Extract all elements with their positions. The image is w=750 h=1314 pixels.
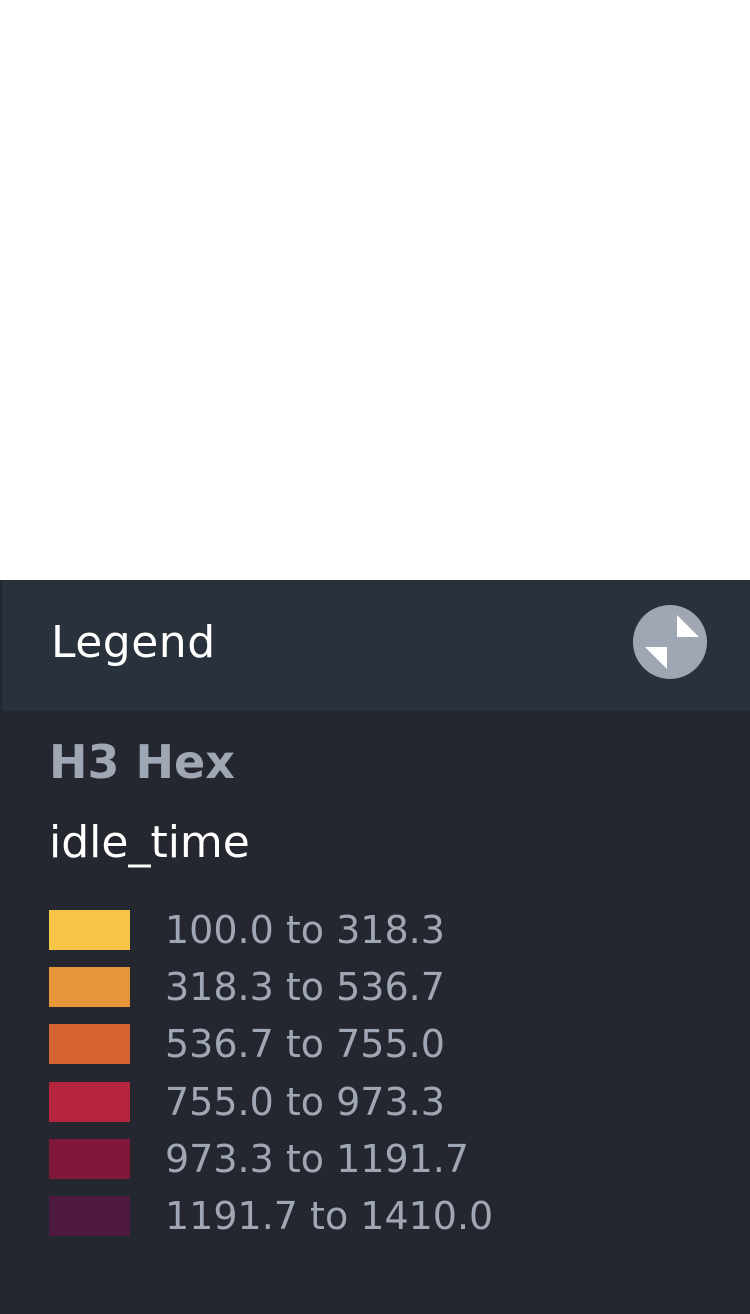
range-label: 755.0 to 973.3 (165, 1080, 445, 1124)
range-label: 100.0 to 318.3 (165, 908, 445, 952)
color-swatch (49, 1139, 130, 1179)
color-swatch (49, 1196, 130, 1236)
range-label: 973.3 to 1191.7 (165, 1137, 470, 1181)
legend-panel: Legend H3 Hex idle_time 100.0 to 318.3 3… (0, 580, 750, 1314)
legend-header: Legend (2, 580, 750, 711)
legend-title: Legend (51, 617, 216, 668)
legend-item: 1191.7 to 1410.0 (0, 1192, 750, 1249)
legend-item: 755.0 to 973.3 (0, 1078, 750, 1135)
color-swatch (49, 1082, 130, 1122)
layer-name: H3 Hex (49, 735, 235, 789)
legend-item: 536.7 to 755.0 (0, 1020, 750, 1077)
range-label: 1191.7 to 1410.0 (165, 1194, 494, 1238)
collapse-arrows-icon (645, 615, 699, 669)
legend-item: 973.3 to 1191.7 (0, 1135, 750, 1192)
range-label: 318.3 to 536.7 (165, 965, 445, 1009)
color-field-name: idle_time (49, 817, 250, 868)
legend-body: H3 Hex idle_time 100.0 to 318.3 318.3 to… (0, 711, 750, 1314)
color-swatch (49, 1024, 130, 1064)
legend-item: 318.3 to 536.7 (0, 963, 750, 1020)
color-swatch (49, 967, 130, 1007)
range-label: 536.7 to 755.0 (165, 1022, 445, 1066)
legend-collapse-button[interactable] (633, 605, 707, 679)
color-swatch (49, 910, 130, 950)
legend-item: 100.0 to 318.3 (0, 906, 750, 963)
map-canvas[interactable] (0, 0, 750, 580)
